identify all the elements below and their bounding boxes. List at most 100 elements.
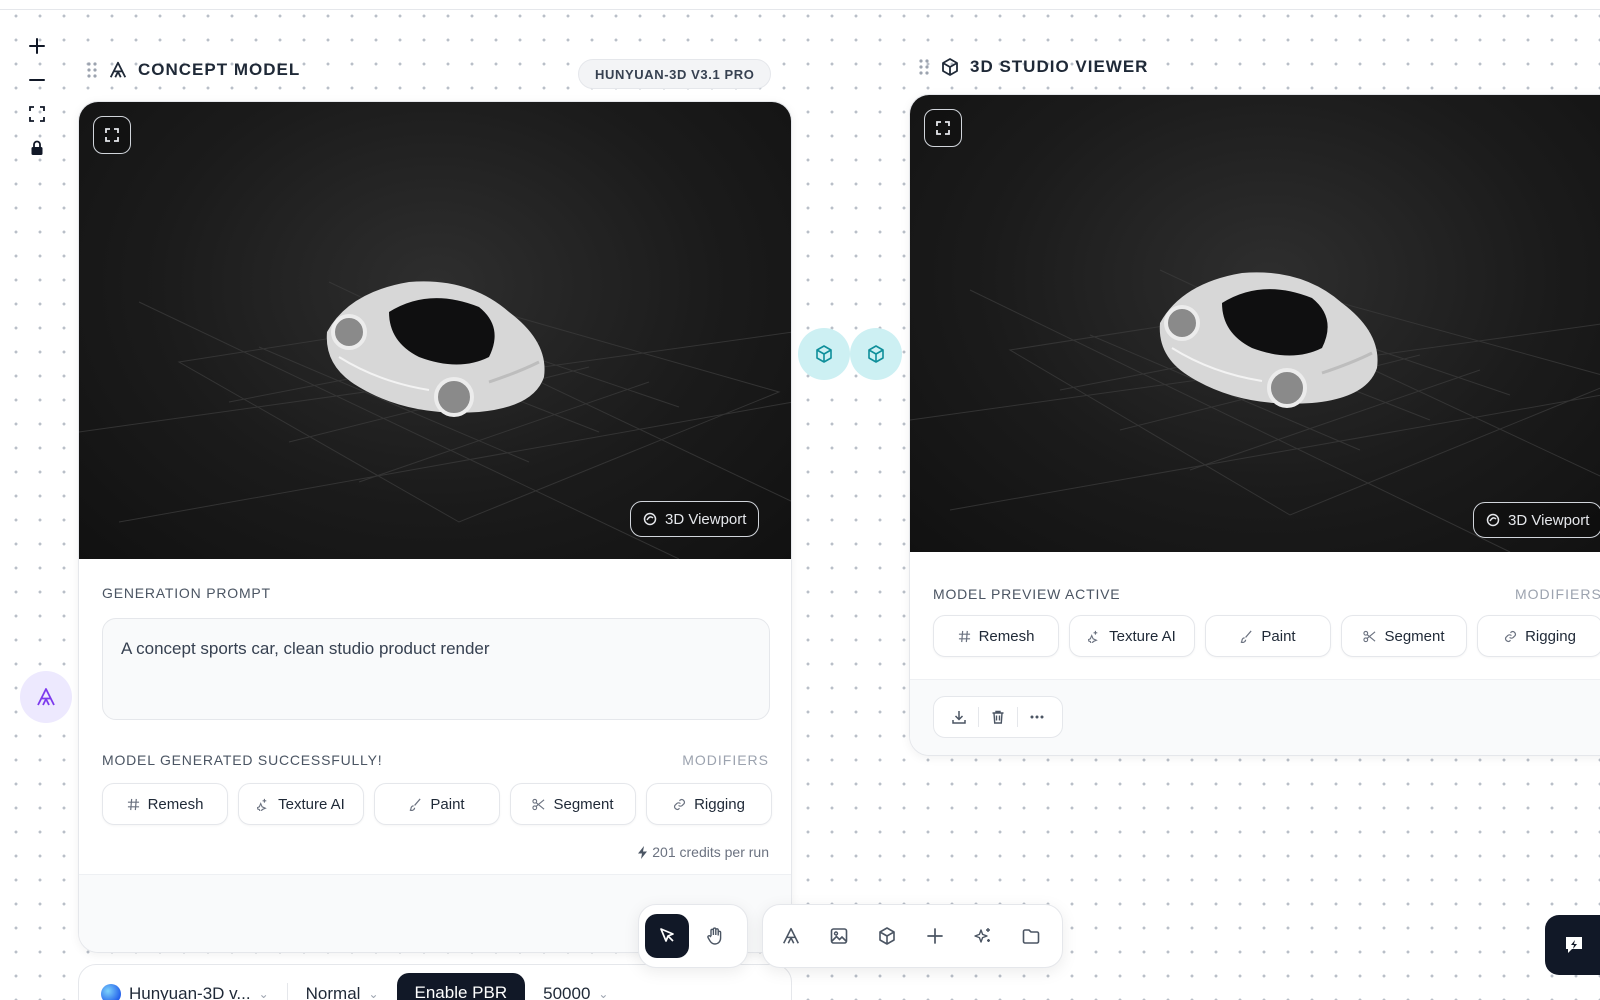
- segment-button[interactable]: Segment: [1341, 615, 1467, 657]
- create-toolbar: [762, 904, 1063, 968]
- fit-view-button[interactable]: [21, 98, 53, 130]
- rigging-button[interactable]: Rigging: [1477, 615, 1600, 657]
- model-badge: HUNYUAN-3D V3.1 PRO: [578, 59, 772, 89]
- viewport-badge[interactable]: 3D Viewport: [1473, 502, 1600, 538]
- input-connector[interactable]: [850, 328, 902, 380]
- credits-info: 201 credits per run: [637, 844, 769, 860]
- model-select-value: Hunyuan-3D v...: [129, 984, 251, 1000]
- quality-select[interactable]: Normal ⌄: [306, 979, 379, 1000]
- enable-pbr-button[interactable]: Enable PBR: [396, 973, 526, 1000]
- text-node-avatar[interactable]: [20, 671, 72, 723]
- output-connector[interactable]: [798, 328, 850, 380]
- face-count-value: 50000: [543, 984, 591, 1000]
- add-text-node-button[interactable]: [769, 914, 813, 958]
- link-icon: [674, 798, 686, 810]
- node-actions: [933, 696, 1063, 738]
- image-icon: [830, 928, 848, 944]
- chevron-down-icon: ⌄: [368, 987, 379, 1000]
- top-divider: [0, 9, 1600, 10]
- sparkle-icon: [257, 798, 267, 811]
- cursor-icon: [660, 928, 674, 942]
- expand-viewport-button[interactable]: [924, 109, 962, 147]
- orbit-icon: [1486, 513, 1500, 527]
- status-text: MODEL PREVIEW ACTIVE: [933, 586, 1121, 602]
- hand-icon: [707, 927, 722, 945]
- segment-button[interactable]: Segment: [510, 783, 636, 825]
- remesh-button[interactable]: Remesh: [102, 783, 228, 825]
- fullscreen-icon: [936, 121, 950, 135]
- car-model-render: [1159, 272, 1378, 408]
- text-node-icon: [783, 927, 799, 944]
- download-icon: [952, 711, 966, 724]
- text-node-icon: [37, 688, 55, 706]
- expand-viewport-button[interactable]: [93, 116, 131, 154]
- orbit-icon: [643, 512, 657, 526]
- prompt-textarea[interactable]: A concept sports car, clean studio produ…: [102, 618, 770, 720]
- face-count-select[interactable]: 50000 ⌄: [543, 979, 608, 1000]
- studio-viewer-card: 3D Viewport MODEL PREVIEW ACTIVE MODIFIE…: [909, 94, 1600, 756]
- node-title: CONCEPT MODEL: [138, 60, 301, 79]
- folder-icon: [1022, 929, 1040, 944]
- add-node-button[interactable]: [913, 914, 957, 958]
- scissors-icon: [1363, 630, 1376, 642]
- drag-handle-icon[interactable]: [918, 58, 930, 76]
- brush-icon: [410, 798, 421, 811]
- cube-icon: [940, 57, 960, 77]
- rigging-button[interactable]: Rigging: [646, 783, 772, 825]
- drag-handle-icon[interactable]: [86, 61, 98, 79]
- open-assets-button[interactable]: [1009, 914, 1053, 958]
- download-button[interactable]: [940, 701, 978, 733]
- paint-button[interactable]: Paint: [374, 783, 500, 825]
- plus-icon: [927, 928, 943, 944]
- pan-tool-button[interactable]: [693, 914, 737, 958]
- status-text: MODEL GENERATED SUCCESSFULLY!: [102, 752, 383, 768]
- texture-ai-button[interactable]: Texture AI: [238, 783, 364, 825]
- scissors-icon: [532, 798, 545, 810]
- lock-canvas-button[interactable]: [21, 132, 53, 164]
- concept-model-card: 3D Viewport GENERATION PROMPT A concept …: [78, 101, 792, 953]
- feedback-button[interactable]: [1545, 915, 1600, 975]
- rigging-label: Rigging: [694, 795, 745, 813]
- delete-button[interactable]: [979, 701, 1017, 733]
- canvas-zoom-controls: [18, 30, 56, 164]
- model-logo-icon: [101, 984, 121, 1000]
- select-tool-button[interactable]: [645, 914, 689, 958]
- add-image-button[interactable]: [817, 914, 861, 958]
- modifiers-label: MODIFIERS: [682, 752, 769, 768]
- texture-ai-button[interactable]: Texture AI: [1069, 615, 1195, 657]
- 3d-viewport[interactable]: 3D Viewport: [79, 102, 791, 559]
- paint-label: Paint: [1261, 627, 1296, 645]
- cube-icon: [879, 927, 895, 945]
- plus-icon: [29, 38, 45, 54]
- paint-button[interactable]: Paint: [1205, 615, 1331, 657]
- studio-viewer-header: 3D STUDIO VIEWER: [918, 57, 1148, 77]
- trash-icon: [992, 710, 1004, 724]
- node-title: 3D STUDIO VIEWER: [970, 57, 1149, 76]
- credits-text: 201 credits per run: [652, 844, 769, 860]
- viewport-badge[interactable]: 3D Viewport: [630, 501, 760, 537]
- ai-generate-button[interactable]: [961, 914, 1005, 958]
- modifier-buttons: Remesh Texture AI Paint Segment Rigging: [102, 783, 772, 825]
- model-select[interactable]: Hunyuan-3D v... ⌄: [101, 979, 269, 1000]
- more-options-button[interactable]: [1018, 701, 1056, 733]
- prompt-label: GENERATION PROMPT: [102, 585, 271, 601]
- remesh-label: Remesh: [147, 795, 204, 813]
- text-node-icon: [108, 60, 128, 80]
- add-3d-model-button[interactable]: [865, 914, 909, 958]
- remesh-button[interactable]: Remesh: [933, 615, 1059, 657]
- more-icon: [1030, 715, 1044, 719]
- segment-label: Segment: [1384, 627, 1445, 645]
- viewport-badge-label: 3D Viewport: [665, 510, 747, 528]
- zoom-in-button[interactable]: [21, 30, 53, 62]
- quality-select-value: Normal: [305, 984, 361, 1000]
- concept-model-header: CONCEPT MODEL: [86, 60, 300, 80]
- zoom-out-button[interactable]: [21, 64, 53, 96]
- segment-label: Segment: [553, 795, 614, 813]
- mode-toolbar: [638, 904, 748, 968]
- 3d-viewport[interactable]: 3D Viewport: [910, 95, 1600, 552]
- link-icon: [1505, 630, 1517, 642]
- paint-label: Paint: [430, 795, 465, 813]
- chat-icon: [1566, 937, 1582, 953]
- sparkles-icon: [974, 928, 990, 943]
- chevron-down-icon: ⌄: [598, 987, 609, 1000]
